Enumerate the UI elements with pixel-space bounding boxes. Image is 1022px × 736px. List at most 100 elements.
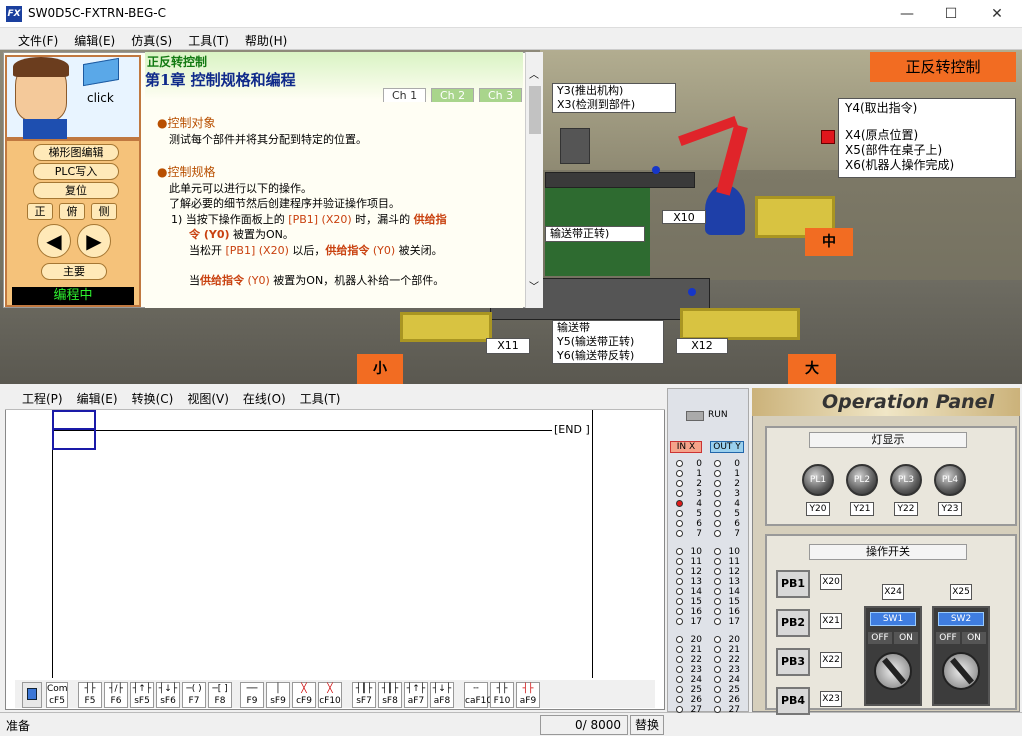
fkey-glyph-icon: ┤↓├	[432, 684, 452, 694]
fkey-cf10-button[interactable]: ╳ cF10	[318, 682, 342, 708]
fkey-cf9-button[interactable]: ╳ cF9	[292, 682, 316, 708]
tab-ch1[interactable]: Ch 1	[383, 88, 427, 102]
fkey-sf7-button[interactable]: ┤┃├ sF7	[352, 682, 376, 708]
fkey-f7-button[interactable]: ─( ) F7	[182, 682, 206, 708]
tab-ch3[interactable]: Ch 3	[479, 88, 523, 102]
lamp-4-icon: PL4	[934, 464, 966, 496]
output-number: 24	[728, 675, 740, 685]
main-menu-button[interactable]: 主要	[41, 263, 107, 280]
input-number: 23	[690, 665, 702, 675]
pb-1-button[interactable]: PB1	[776, 570, 810, 598]
output-led-icon	[714, 548, 721, 555]
ladder-menu-edit[interactable]: 编辑(E)	[70, 386, 125, 411]
selector-knob-icon[interactable]	[874, 652, 912, 690]
input-led-icon	[676, 470, 683, 477]
scroll-thumb[interactable]	[529, 86, 541, 134]
input-led-icon	[676, 608, 683, 615]
fkey-label: cF10	[319, 696, 341, 706]
fkey-f5-button[interactable]: ┤├ F5	[78, 682, 102, 708]
sw-1-unit[interactable]: SW1 OFF ON	[864, 606, 922, 706]
minimize-button[interactable]: —	[892, 4, 922, 24]
reset-button[interactable]: 复位	[33, 182, 119, 199]
fkey-sf6-button[interactable]: ┤↓├ sF6	[156, 682, 180, 708]
fkey-label: aF9	[519, 696, 537, 706]
x4-indicator	[821, 130, 835, 144]
txt: 被关闭。	[395, 244, 443, 257]
close-button[interactable]: ✕	[982, 4, 1012, 24]
output-led-icon	[714, 588, 721, 595]
pb-2-button[interactable]: PB2	[776, 609, 810, 637]
sw-name: SW1	[870, 612, 916, 626]
fkey-sf9-button[interactable]: │ sF9	[266, 682, 290, 708]
output-led-icon	[714, 636, 721, 643]
label-x10: X10	[662, 210, 706, 224]
fkey-af7-button[interactable]: ┤↑├ aF7	[404, 682, 428, 708]
view-top-button[interactable]: 俯	[59, 203, 85, 220]
view-front-button[interactable]: 正	[27, 203, 53, 220]
selector-knob-icon[interactable]	[942, 652, 980, 690]
bin-label-mid: 中	[805, 228, 853, 256]
fkey-caf10-button[interactable]: ╌ caF10	[464, 682, 492, 708]
tab-ch2[interactable]: Ch 2	[431, 88, 475, 102]
fkey-label: sF8	[382, 696, 398, 706]
scroll-down-icon[interactable]: ﹀	[529, 278, 539, 293]
output-led-icon	[714, 530, 721, 537]
lamp-y-label: Y22	[894, 502, 918, 516]
label-x11: X11	[486, 338, 530, 354]
out-y-header: OUT Y	[710, 441, 744, 453]
ladder-menu-convert[interactable]: 转换(C)	[125, 386, 181, 411]
output-led-icon	[714, 656, 721, 663]
fkey-f10-button[interactable]: ┤├ F10	[490, 682, 514, 708]
output-number: 7	[734, 529, 740, 539]
plc-write-button[interactable]: PLC写入	[33, 163, 119, 180]
maximize-button[interactable]: ☐	[936, 4, 966, 24]
ladder-mode-icon[interactable]	[22, 682, 42, 708]
doc-scrollbar[interactable]: ︿ ﹀	[525, 52, 543, 308]
prev-page-button[interactable]: ◀	[37, 224, 71, 258]
ladder-menu-tools[interactable]: 工具(T)	[293, 386, 348, 411]
scene-title-button[interactable]: 正反转控制	[870, 52, 1016, 82]
ladder-menu-project[interactable]: 工程(P)	[15, 386, 70, 411]
fkey-sf5-button[interactable]: ┤↑├ sF5	[130, 682, 154, 708]
fkey-af8-button[interactable]: ┤↓├ aF8	[430, 682, 454, 708]
fkey-glyph-icon: ┤├	[496, 684, 508, 694]
output-number: 13	[728, 577, 740, 587]
scroll-up-icon[interactable]: ︿	[529, 66, 539, 81]
fkey-f8-button[interactable]: ─[ ] F8	[208, 682, 232, 708]
view-side-button[interactable]: 侧	[91, 203, 117, 220]
output-led-icon	[714, 578, 721, 585]
txt: [PB1] (X20)	[288, 213, 352, 226]
fkey-label: F8	[214, 696, 226, 706]
next-page-button[interactable]: ▶	[77, 224, 111, 258]
txt: 时，漏斗的	[351, 213, 414, 226]
pb-4-button[interactable]: PB4	[776, 687, 810, 715]
fkey-glyph-icon: ──	[246, 684, 258, 694]
fkey-cf5-button[interactable]: Com cF5	[46, 682, 68, 708]
spec-item-1d: 当供给指令 (Y0) 被置为ON，机器人补给一个部件。	[189, 272, 444, 288]
ladder-canvas[interactable]: [END ]	[8, 410, 660, 678]
label-y4: Y4(取出指令)	[845, 101, 918, 115]
ladder-menu-view[interactable]: 视图(V)	[180, 386, 236, 411]
ladder-cursor[interactable]	[52, 410, 96, 430]
input-number: 20	[690, 635, 702, 645]
title-bar: FX SW0D5C-FXTRN-BEG-C — ☐ ✕	[0, 0, 1022, 28]
sw-x-label: X25	[950, 584, 972, 600]
output-number: 5	[734, 509, 740, 519]
fkey-sf8-button[interactable]: ┤┃├ sF8	[378, 682, 402, 708]
txt: 1) 当按下操作面板上的	[171, 213, 289, 226]
ladder-menu-online[interactable]: 在线(O)	[236, 386, 293, 411]
ladder-edit-button[interactable]: 梯形图编辑	[33, 144, 119, 161]
fkey-label: F5	[84, 696, 96, 706]
fkey-f6-button[interactable]: ┤/├ F6	[104, 682, 128, 708]
fkey-glyph-icon: │	[275, 684, 281, 694]
sw-2-unit[interactable]: SW2 OFF ON	[932, 606, 990, 706]
txt: 当松开	[189, 244, 226, 257]
pb-3-button[interactable]: PB3	[776, 648, 810, 676]
bullet-icon: ●	[157, 165, 168, 179]
output-number: 16	[728, 607, 740, 617]
output-number: 1	[734, 469, 740, 479]
fkey-af9-button[interactable]: ┤├ aF9	[516, 682, 540, 708]
fkey-f9-button[interactable]: ── F9	[240, 682, 264, 708]
fkey-label: aF8	[433, 696, 451, 706]
sw-off-label: OFF	[936, 632, 960, 644]
